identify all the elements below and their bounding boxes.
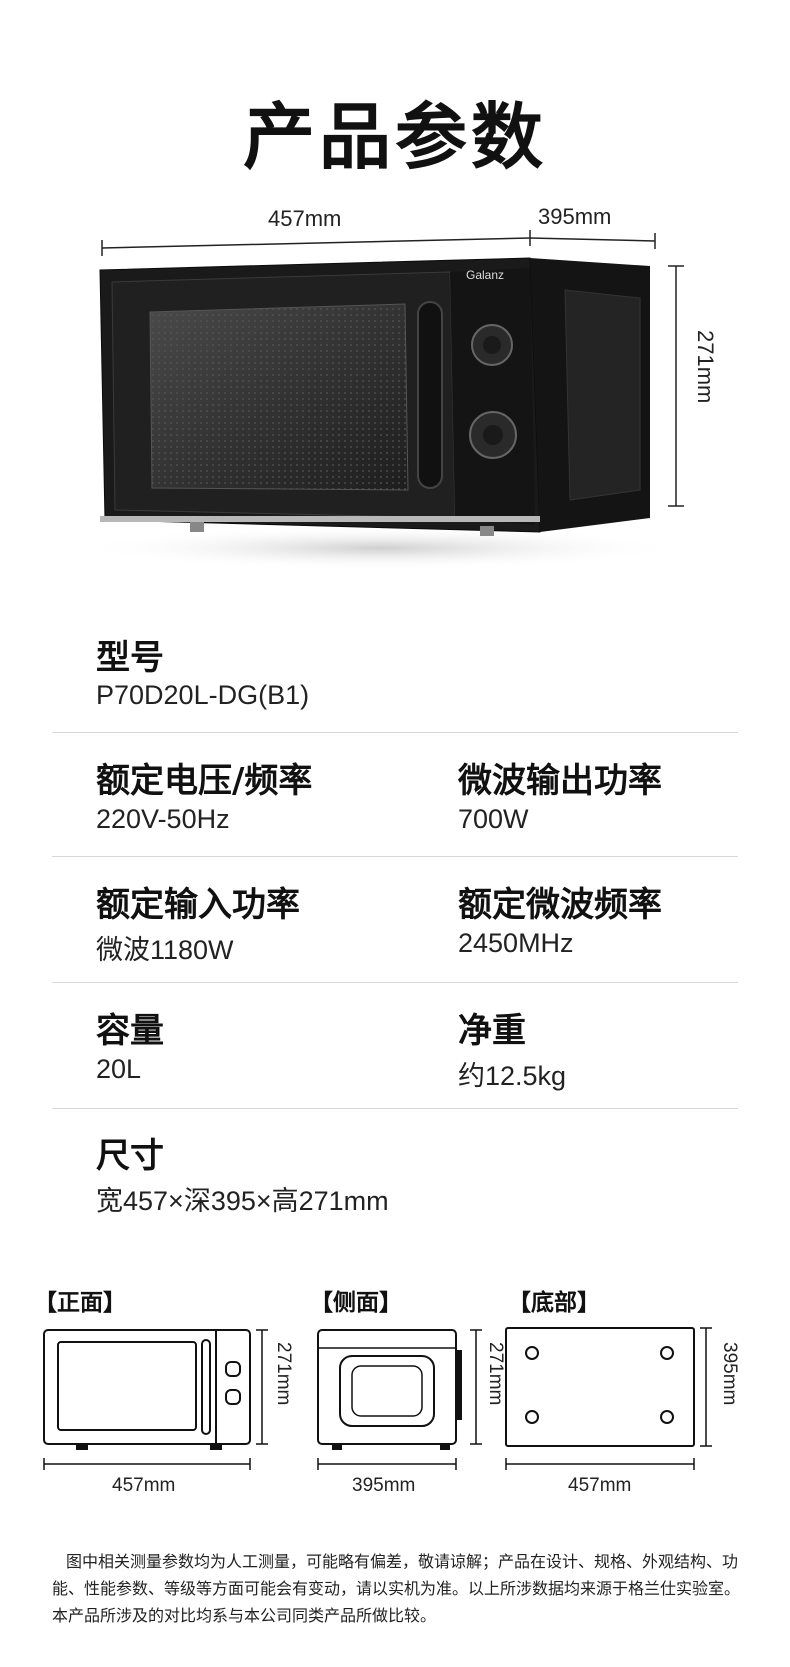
input-power-value: 微波1180W xyxy=(96,935,234,965)
capacity-label: 容量 xyxy=(96,1011,164,1051)
capacity-value: 20L xyxy=(96,1054,142,1084)
divider xyxy=(52,982,738,983)
width-dimension: 457mm xyxy=(268,206,342,231)
front-view-title: 【正面】 xyxy=(34,1290,126,1316)
disclaimer-text: 图中相关测量参数均为人工测量，可能略有偏差，敬请谅解；产品在设计、规格、外观结构… xyxy=(52,1552,741,1625)
front-width-label: 457mm xyxy=(112,1475,176,1496)
brand-logo: Galanz xyxy=(466,268,505,282)
side-width-label: 395mm xyxy=(352,1475,416,1496)
dimension-drawings xyxy=(43,1327,712,1470)
height-dimension: 271mm xyxy=(693,330,718,404)
bottom-width-label: 457mm xyxy=(568,1475,632,1496)
model-value: P70D20L-DG(B1) xyxy=(96,680,310,710)
divider xyxy=(52,1108,738,1109)
voltage-value: 220V-50Hz xyxy=(96,804,230,834)
side-view-drawing xyxy=(317,1329,482,1470)
frequency-label: 额定微波频率 xyxy=(458,885,662,925)
divider xyxy=(52,856,738,857)
input-power-label: 额定输入功率 xyxy=(96,885,300,925)
depth-dimension: 395mm xyxy=(538,204,612,229)
net-weight-value: 约12.5kg xyxy=(458,1061,567,1091)
output-power-value: 700W xyxy=(458,804,529,834)
bottom-view-title: 【底部】 xyxy=(508,1290,600,1316)
divider xyxy=(52,732,738,733)
bottom-view-drawing xyxy=(505,1327,712,1470)
front-view-drawing xyxy=(43,1329,268,1470)
side-view-title: 【侧面】 xyxy=(310,1290,402,1316)
bottom-depth-label: 395mm xyxy=(719,1342,740,1406)
voltage-label: 额定电压/频率 xyxy=(96,761,313,801)
microwave-illustration xyxy=(80,230,684,570)
front-height-label: 271mm xyxy=(273,1342,294,1406)
frequency-value: 2450MHz xyxy=(458,928,574,958)
size-value: 宽457×深395×高271mm xyxy=(96,1186,389,1216)
size-label: 尺寸 xyxy=(96,1136,164,1176)
product-image: 457mm 395mm 271mm Galanz xyxy=(0,0,790,580)
side-height-label: 271mm xyxy=(485,1342,506,1406)
output-power-label: 微波输出功率 xyxy=(458,761,662,801)
net-weight-label: 净重 xyxy=(458,1011,526,1051)
model-label: 型号 xyxy=(96,638,164,678)
